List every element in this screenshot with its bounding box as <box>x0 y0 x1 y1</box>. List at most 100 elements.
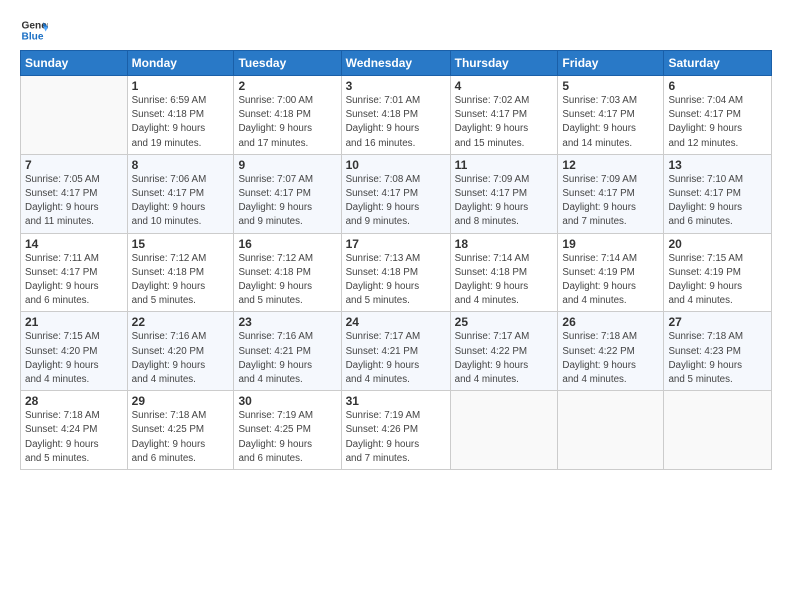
day-number: 23 <box>238 315 336 329</box>
header: General Blue <box>20 16 772 44</box>
day-info: Sunrise: 7:18 AM Sunset: 4:24 PM Dayligh… <box>25 409 123 466</box>
day-info: Sunrise: 7:15 AM Sunset: 4:19 PM Dayligh… <box>668 252 767 309</box>
logo: General Blue <box>20 16 48 44</box>
day-number: 12 <box>562 158 659 172</box>
day-cell: 12Sunrise: 7:09 AM Sunset: 4:17 PM Dayli… <box>558 154 664 233</box>
day-info: Sunrise: 7:14 AM Sunset: 4:19 PM Dayligh… <box>562 252 659 309</box>
day-cell: 16Sunrise: 7:12 AM Sunset: 4:18 PM Dayli… <box>234 233 341 312</box>
day-number: 4 <box>455 79 554 93</box>
day-cell: 15Sunrise: 7:12 AM Sunset: 4:18 PM Dayli… <box>127 233 234 312</box>
week-row-4: 21Sunrise: 7:15 AM Sunset: 4:20 PM Dayli… <box>21 312 772 391</box>
day-cell: 31Sunrise: 7:19 AM Sunset: 4:26 PM Dayli… <box>341 391 450 470</box>
day-info: Sunrise: 7:19 AM Sunset: 4:25 PM Dayligh… <box>238 409 336 466</box>
day-number: 24 <box>346 315 446 329</box>
day-info: Sunrise: 7:09 AM Sunset: 4:17 PM Dayligh… <box>562 173 659 230</box>
header-day-sunday: Sunday <box>21 51 128 76</box>
day-cell <box>21 76 128 155</box>
day-info: Sunrise: 7:00 AM Sunset: 4:18 PM Dayligh… <box>238 94 336 151</box>
day-info: Sunrise: 7:15 AM Sunset: 4:20 PM Dayligh… <box>25 330 123 387</box>
svg-text:Blue: Blue <box>22 31 44 42</box>
day-number: 29 <box>132 394 230 408</box>
day-cell: 4Sunrise: 7:02 AM Sunset: 4:17 PM Daylig… <box>450 76 558 155</box>
day-number: 5 <box>562 79 659 93</box>
day-cell: 18Sunrise: 7:14 AM Sunset: 4:18 PM Dayli… <box>450 233 558 312</box>
day-info: Sunrise: 7:17 AM Sunset: 4:22 PM Dayligh… <box>455 330 554 387</box>
day-cell: 7Sunrise: 7:05 AM Sunset: 4:17 PM Daylig… <box>21 154 128 233</box>
week-row-3: 14Sunrise: 7:11 AM Sunset: 4:17 PM Dayli… <box>21 233 772 312</box>
day-cell: 22Sunrise: 7:16 AM Sunset: 4:20 PM Dayli… <box>127 312 234 391</box>
day-number: 6 <box>668 79 767 93</box>
day-number: 1 <box>132 79 230 93</box>
day-number: 20 <box>668 237 767 251</box>
day-cell: 30Sunrise: 7:19 AM Sunset: 4:25 PM Dayli… <box>234 391 341 470</box>
day-number: 25 <box>455 315 554 329</box>
day-number: 9 <box>238 158 336 172</box>
page: General Blue SundayMondayTuesdayWednesda… <box>0 0 792 612</box>
day-info: Sunrise: 7:08 AM Sunset: 4:17 PM Dayligh… <box>346 173 446 230</box>
day-cell: 28Sunrise: 7:18 AM Sunset: 4:24 PM Dayli… <box>21 391 128 470</box>
day-number: 10 <box>346 158 446 172</box>
day-info: Sunrise: 7:03 AM Sunset: 4:17 PM Dayligh… <box>562 94 659 151</box>
day-info: Sunrise: 7:01 AM Sunset: 4:18 PM Dayligh… <box>346 94 446 151</box>
day-cell: 23Sunrise: 7:16 AM Sunset: 4:21 PM Dayli… <box>234 312 341 391</box>
day-cell: 14Sunrise: 7:11 AM Sunset: 4:17 PM Dayli… <box>21 233 128 312</box>
day-info: Sunrise: 7:12 AM Sunset: 4:18 PM Dayligh… <box>238 252 336 309</box>
day-number: 11 <box>455 158 554 172</box>
day-number: 15 <box>132 237 230 251</box>
day-info: Sunrise: 7:11 AM Sunset: 4:17 PM Dayligh… <box>25 252 123 309</box>
day-info: Sunrise: 7:19 AM Sunset: 4:26 PM Dayligh… <box>346 409 446 466</box>
day-number: 17 <box>346 237 446 251</box>
day-cell: 1Sunrise: 6:59 AM Sunset: 4:18 PM Daylig… <box>127 76 234 155</box>
day-number: 30 <box>238 394 336 408</box>
day-info: Sunrise: 7:05 AM Sunset: 4:17 PM Dayligh… <box>25 173 123 230</box>
day-cell: 19Sunrise: 7:14 AM Sunset: 4:19 PM Dayli… <box>558 233 664 312</box>
day-cell: 10Sunrise: 7:08 AM Sunset: 4:17 PM Dayli… <box>341 154 450 233</box>
day-number: 16 <box>238 237 336 251</box>
day-info: Sunrise: 7:18 AM Sunset: 4:25 PM Dayligh… <box>132 409 230 466</box>
logo-icon: General Blue <box>20 16 48 44</box>
day-info: Sunrise: 7:16 AM Sunset: 4:21 PM Dayligh… <box>238 330 336 387</box>
day-cell: 5Sunrise: 7:03 AM Sunset: 4:17 PM Daylig… <box>558 76 664 155</box>
day-cell: 9Sunrise: 7:07 AM Sunset: 4:17 PM Daylig… <box>234 154 341 233</box>
day-info: Sunrise: 7:06 AM Sunset: 4:17 PM Dayligh… <box>132 173 230 230</box>
calendar-table: SundayMondayTuesdayWednesdayThursdayFrid… <box>20 50 772 470</box>
day-info: Sunrise: 7:18 AM Sunset: 4:23 PM Dayligh… <box>668 330 767 387</box>
day-cell: 17Sunrise: 7:13 AM Sunset: 4:18 PM Dayli… <box>341 233 450 312</box>
day-cell: 20Sunrise: 7:15 AM Sunset: 4:19 PM Dayli… <box>664 233 772 312</box>
day-number: 21 <box>25 315 123 329</box>
day-cell: 21Sunrise: 7:15 AM Sunset: 4:20 PM Dayli… <box>21 312 128 391</box>
day-number: 27 <box>668 315 767 329</box>
header-day-saturday: Saturday <box>664 51 772 76</box>
day-cell: 29Sunrise: 7:18 AM Sunset: 4:25 PM Dayli… <box>127 391 234 470</box>
day-info: Sunrise: 7:18 AM Sunset: 4:22 PM Dayligh… <box>562 330 659 387</box>
day-cell <box>450 391 558 470</box>
day-info: Sunrise: 7:14 AM Sunset: 4:18 PM Dayligh… <box>455 252 554 309</box>
day-cell: 3Sunrise: 7:01 AM Sunset: 4:18 PM Daylig… <box>341 76 450 155</box>
calendar-header-row: SundayMondayTuesdayWednesdayThursdayFrid… <box>21 51 772 76</box>
day-info: Sunrise: 7:09 AM Sunset: 4:17 PM Dayligh… <box>455 173 554 230</box>
day-number: 28 <box>25 394 123 408</box>
day-cell: 24Sunrise: 7:17 AM Sunset: 4:21 PM Dayli… <box>341 312 450 391</box>
day-cell: 6Sunrise: 7:04 AM Sunset: 4:17 PM Daylig… <box>664 76 772 155</box>
day-cell: 11Sunrise: 7:09 AM Sunset: 4:17 PM Dayli… <box>450 154 558 233</box>
day-number: 8 <box>132 158 230 172</box>
day-number: 31 <box>346 394 446 408</box>
day-info: Sunrise: 7:04 AM Sunset: 4:17 PM Dayligh… <box>668 94 767 151</box>
day-number: 7 <box>25 158 123 172</box>
header-day-tuesday: Tuesday <box>234 51 341 76</box>
day-number: 3 <box>346 79 446 93</box>
day-number: 13 <box>668 158 767 172</box>
day-number: 14 <box>25 237 123 251</box>
day-cell <box>664 391 772 470</box>
day-cell: 2Sunrise: 7:00 AM Sunset: 4:18 PM Daylig… <box>234 76 341 155</box>
week-row-2: 7Sunrise: 7:05 AM Sunset: 4:17 PM Daylig… <box>21 154 772 233</box>
day-number: 26 <box>562 315 659 329</box>
day-info: Sunrise: 7:02 AM Sunset: 4:17 PM Dayligh… <box>455 94 554 151</box>
day-cell: 8Sunrise: 7:06 AM Sunset: 4:17 PM Daylig… <box>127 154 234 233</box>
header-day-friday: Friday <box>558 51 664 76</box>
day-cell: 25Sunrise: 7:17 AM Sunset: 4:22 PM Dayli… <box>450 312 558 391</box>
header-day-monday: Monday <box>127 51 234 76</box>
day-info: Sunrise: 7:13 AM Sunset: 4:18 PM Dayligh… <box>346 252 446 309</box>
day-info: Sunrise: 7:12 AM Sunset: 4:18 PM Dayligh… <box>132 252 230 309</box>
day-info: Sunrise: 7:16 AM Sunset: 4:20 PM Dayligh… <box>132 330 230 387</box>
